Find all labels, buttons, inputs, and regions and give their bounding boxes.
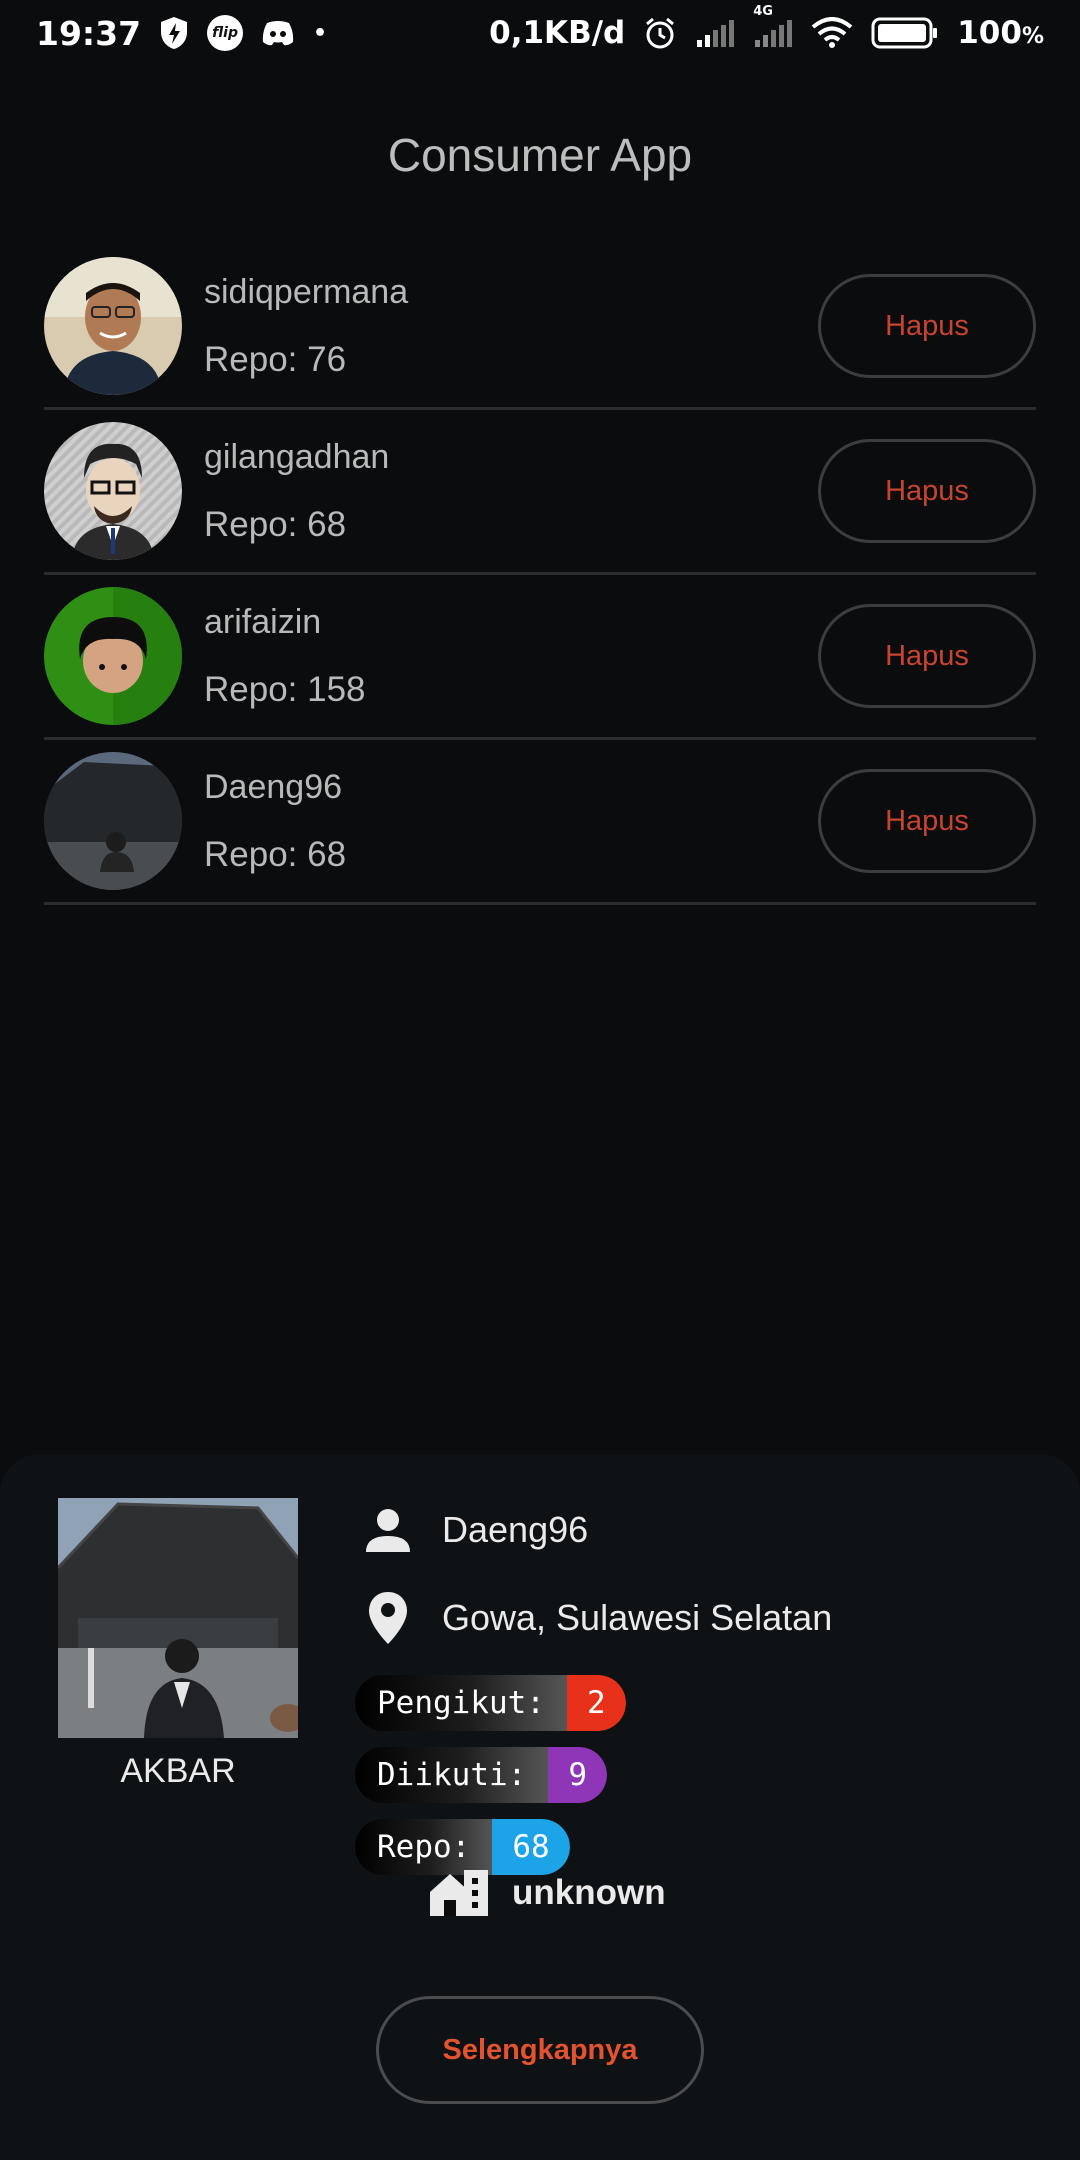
list-item[interactable]: sidiqpermana Repo: 76 Hapus: [44, 245, 1036, 410]
list-item-text: gilangadhan Repo: 68: [204, 438, 818, 545]
wifi-icon: [811, 17, 853, 49]
building-icon: [428, 1868, 490, 1918]
person-icon: [356, 1506, 420, 1554]
delete-button[interactable]: Hapus: [818, 604, 1036, 708]
discord-icon: [261, 20, 295, 46]
signal-4g-icon: 4G: [753, 4, 793, 48]
user-list: sidiqpermana Repo: 76 Hapus gilangadhan …: [44, 245, 1036, 905]
clock: 19:37: [36, 13, 142, 53]
repo-count: Repo: 68: [204, 504, 347, 544]
more-details-button[interactable]: Selengkapnya: [376, 1996, 704, 2104]
username: gilangadhan: [204, 437, 390, 476]
list-item-text: arifaizin Repo: 158: [204, 603, 818, 710]
notification-dot: •: [313, 20, 328, 46]
list-item[interactable]: arifaizin Repo: 158 Hapus: [44, 575, 1036, 740]
location-pin-icon: [356, 1590, 420, 1646]
detail-location-row: Gowa, Sulawesi Selatan: [356, 1590, 832, 1646]
status-bar: 19:37 flip • 0,1KB/d 4G 100%: [0, 0, 1080, 66]
company-name: unknown: [512, 1873, 666, 1912]
detail-username: Daeng96: [442, 1509, 589, 1550]
delete-button[interactable]: Hapus: [818, 274, 1036, 378]
following-count: 9: [548, 1747, 607, 1803]
following-label: Diikuti:: [355, 1747, 549, 1803]
username: sidiqpermana: [204, 272, 409, 311]
repo-badge: Repo: 68: [355, 1819, 570, 1875]
real-name: AKBAR: [120, 1752, 236, 1790]
status-bar-right: 0,1KB/d 4G 100%: [489, 4, 1044, 51]
followers-count: 2: [566, 1675, 626, 1731]
following-badge: Diikuti: 9: [355, 1747, 607, 1803]
delete-button[interactable]: Hapus: [818, 769, 1036, 873]
repo-count: Repo: 76: [204, 339, 347, 379]
app-title: Consumer App: [387, 129, 693, 181]
detail-username-row: Daeng96: [356, 1506, 588, 1554]
avatar: [44, 587, 182, 725]
battery-value: 100: [957, 15, 1022, 51]
delete-button[interactable]: Hapus: [818, 439, 1036, 543]
avatar: [44, 752, 182, 890]
repo-count: Repo: 158: [204, 669, 366, 709]
username: Daeng96: [204, 767, 343, 806]
battery-percent: 100%: [957, 15, 1044, 51]
status-bar-left: 19:37 flip •: [36, 14, 327, 53]
flip-icon: flip: [207, 15, 244, 51]
network-type: 4G: [753, 4, 773, 19]
battery-unit: %: [1021, 24, 1044, 49]
repo-label: Repo:: [355, 1819, 493, 1875]
battery-icon: [871, 16, 939, 50]
list-item-text: sidiqpermana Repo: 76: [204, 273, 818, 380]
company-row: unknown: [428, 1868, 666, 1918]
avatar: [44, 422, 182, 560]
repo-count: Repo: 68: [204, 834, 347, 874]
followers-label: Pengikut:: [355, 1675, 567, 1731]
net-speed: 0,1KB/d: [489, 15, 626, 51]
profile-photo: [58, 1498, 298, 1738]
detail-location: Gowa, Sulawesi Selatan: [442, 1597, 833, 1638]
followers-badge: Pengikut: 2: [355, 1675, 626, 1731]
list-item[interactable]: Daeng96 Repo: 68 Hapus: [44, 740, 1036, 905]
signal-icon: [695, 18, 735, 48]
username: arifaizin: [204, 602, 322, 641]
alarm-icon: [643, 16, 677, 50]
avatar: [44, 257, 182, 395]
list-item[interactable]: gilangadhan Repo: 68 Hapus: [44, 410, 1036, 575]
list-item-text: Daeng96 Repo: 68: [204, 768, 818, 875]
repo-count-badge: 68: [492, 1819, 570, 1875]
shield-bolt-icon: [159, 16, 189, 50]
